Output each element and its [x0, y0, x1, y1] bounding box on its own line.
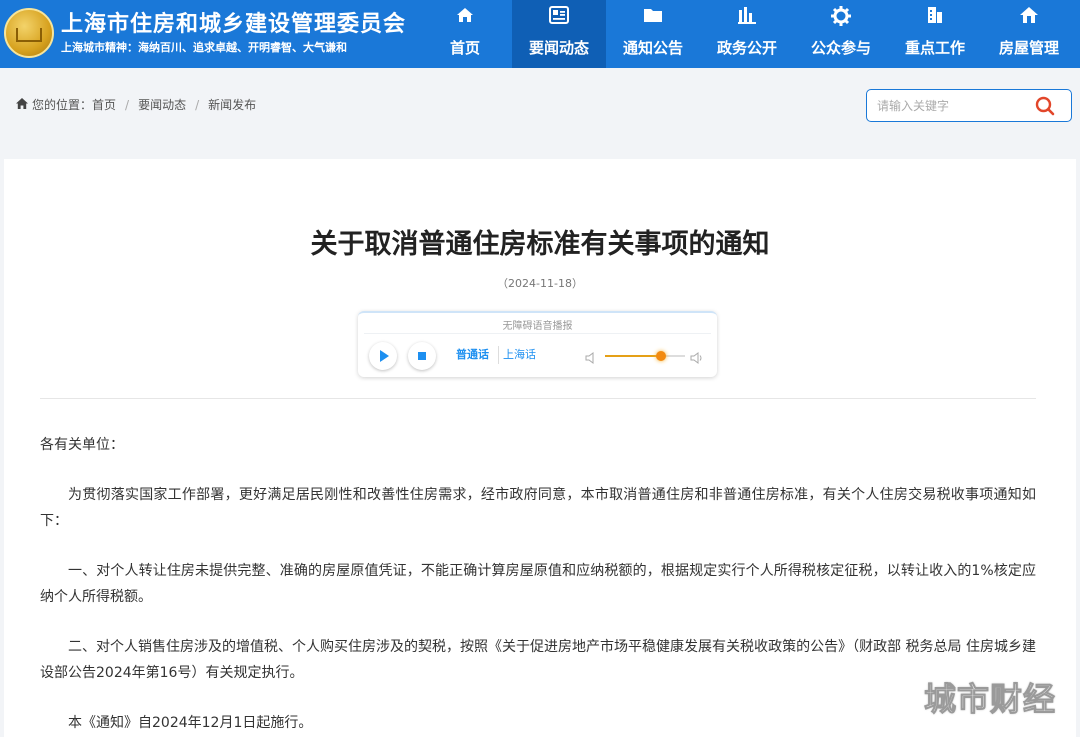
breadcrumb-news[interactable]: 要闻动态	[138, 96, 186, 113]
site-logo[interactable]	[4, 8, 54, 58]
bar-chart-icon	[700, 6, 794, 32]
breadcrumb-separator: /	[195, 97, 200, 112]
volume-knob[interactable]	[656, 351, 666, 361]
home-icon	[418, 6, 512, 32]
breadcrumb-label: 您的位置：	[32, 98, 93, 112]
title-divider	[40, 398, 1036, 399]
article-body: 各有关单位： 为贯彻落实国家工作部署，更好满足居民刚性和改善性住房需求，经市政府…	[40, 432, 1036, 737]
search-icon[interactable]	[1035, 96, 1055, 116]
nav-public-participation[interactable]: 公众参与	[794, 0, 888, 68]
article-card: 关于取消普通住房标准有关事项的通知 （2024-11-18） 无障碍语音播报 普…	[4, 159, 1076, 737]
nav-government-affairs[interactable]: 政务公开	[700, 0, 794, 68]
nav-key-work[interactable]: 重点工作	[888, 0, 982, 68]
building-icon	[888, 6, 982, 32]
article-salutation: 各有关单位：	[40, 437, 124, 453]
site-motto: 上海城市精神：海纳百川、追求卓越、开明睿智、大气谦和	[61, 41, 347, 54]
folder-icon	[606, 6, 700, 32]
nav-notices[interactable]: 通知公告	[606, 0, 700, 68]
watermark: 城市财经	[923, 680, 1057, 719]
language-shanghainese[interactable]: 上海话	[498, 346, 540, 364]
volume-slider[interactable]	[605, 351, 685, 361]
site-title[interactable]: 上海市住房和城乡建设管理委员会	[61, 6, 406, 38]
breadcrumb-separator: /	[125, 97, 130, 112]
stop-button[interactable]	[408, 342, 436, 370]
breadcrumb-press-release[interactable]: 新闻发布	[208, 96, 256, 113]
language-mandarin[interactable]: 普通话	[452, 346, 493, 364]
audio-player: 无障碍语音播报 普通话 上海话	[358, 311, 717, 377]
article-paragraph: 为贯彻落实国家工作部署，更好满足居民刚性和改善性住房需求，经市政府同意，本市取消…	[40, 487, 1036, 529]
play-button[interactable]	[369, 342, 397, 370]
news-icon	[512, 6, 606, 32]
volume-low-icon[interactable]	[585, 349, 597, 364]
volume-high-icon[interactable]	[690, 349, 702, 364]
breadcrumb-home[interactable]: 首页	[92, 96, 116, 113]
volume-fill	[605, 355, 661, 357]
article-paragraph: 本《通知》自2024年12月1日起施行。	[68, 715, 313, 731]
top-header: 上海市住房和城乡建设管理委员会 上海城市精神：海纳百川、追求卓越、开明睿智、大气…	[0, 0, 1080, 68]
nav-news[interactable]: 要闻动态	[512, 0, 606, 68]
gear-icon	[794, 6, 888, 32]
search-box	[866, 89, 1072, 122]
article-date: （2024-11-18）	[497, 277, 583, 290]
article-paragraph: 一、对个人转让住房未提供完整、准确的房屋原值凭证，不能正确计算房屋原值和应纳税额…	[40, 563, 1036, 605]
search-input[interactable]	[877, 96, 1027, 116]
article-title: 关于取消普通住房标准有关事项的通知	[310, 229, 770, 260]
location-home-icon	[16, 97, 28, 112]
house-icon	[982, 6, 1076, 32]
nav-home[interactable]: 首页	[418, 0, 512, 68]
player-label: 无障碍语音播报	[502, 321, 573, 332]
main-nav: 首页 要闻动态 通知公告 政务公开 公众参与 重点工作 房屋管理	[418, 0, 1076, 68]
nav-housing-management[interactable]: 房屋管理	[982, 0, 1076, 68]
article-paragraph: 二、对个人销售住房涉及的增值税、个人购买住房涉及的契税，按照《关于促进房地产市场…	[40, 639, 1036, 681]
player-divider	[364, 333, 711, 334]
breadcrumb: 您的位置： 首页 / 要闻动态 / 新闻发布	[16, 96, 256, 113]
